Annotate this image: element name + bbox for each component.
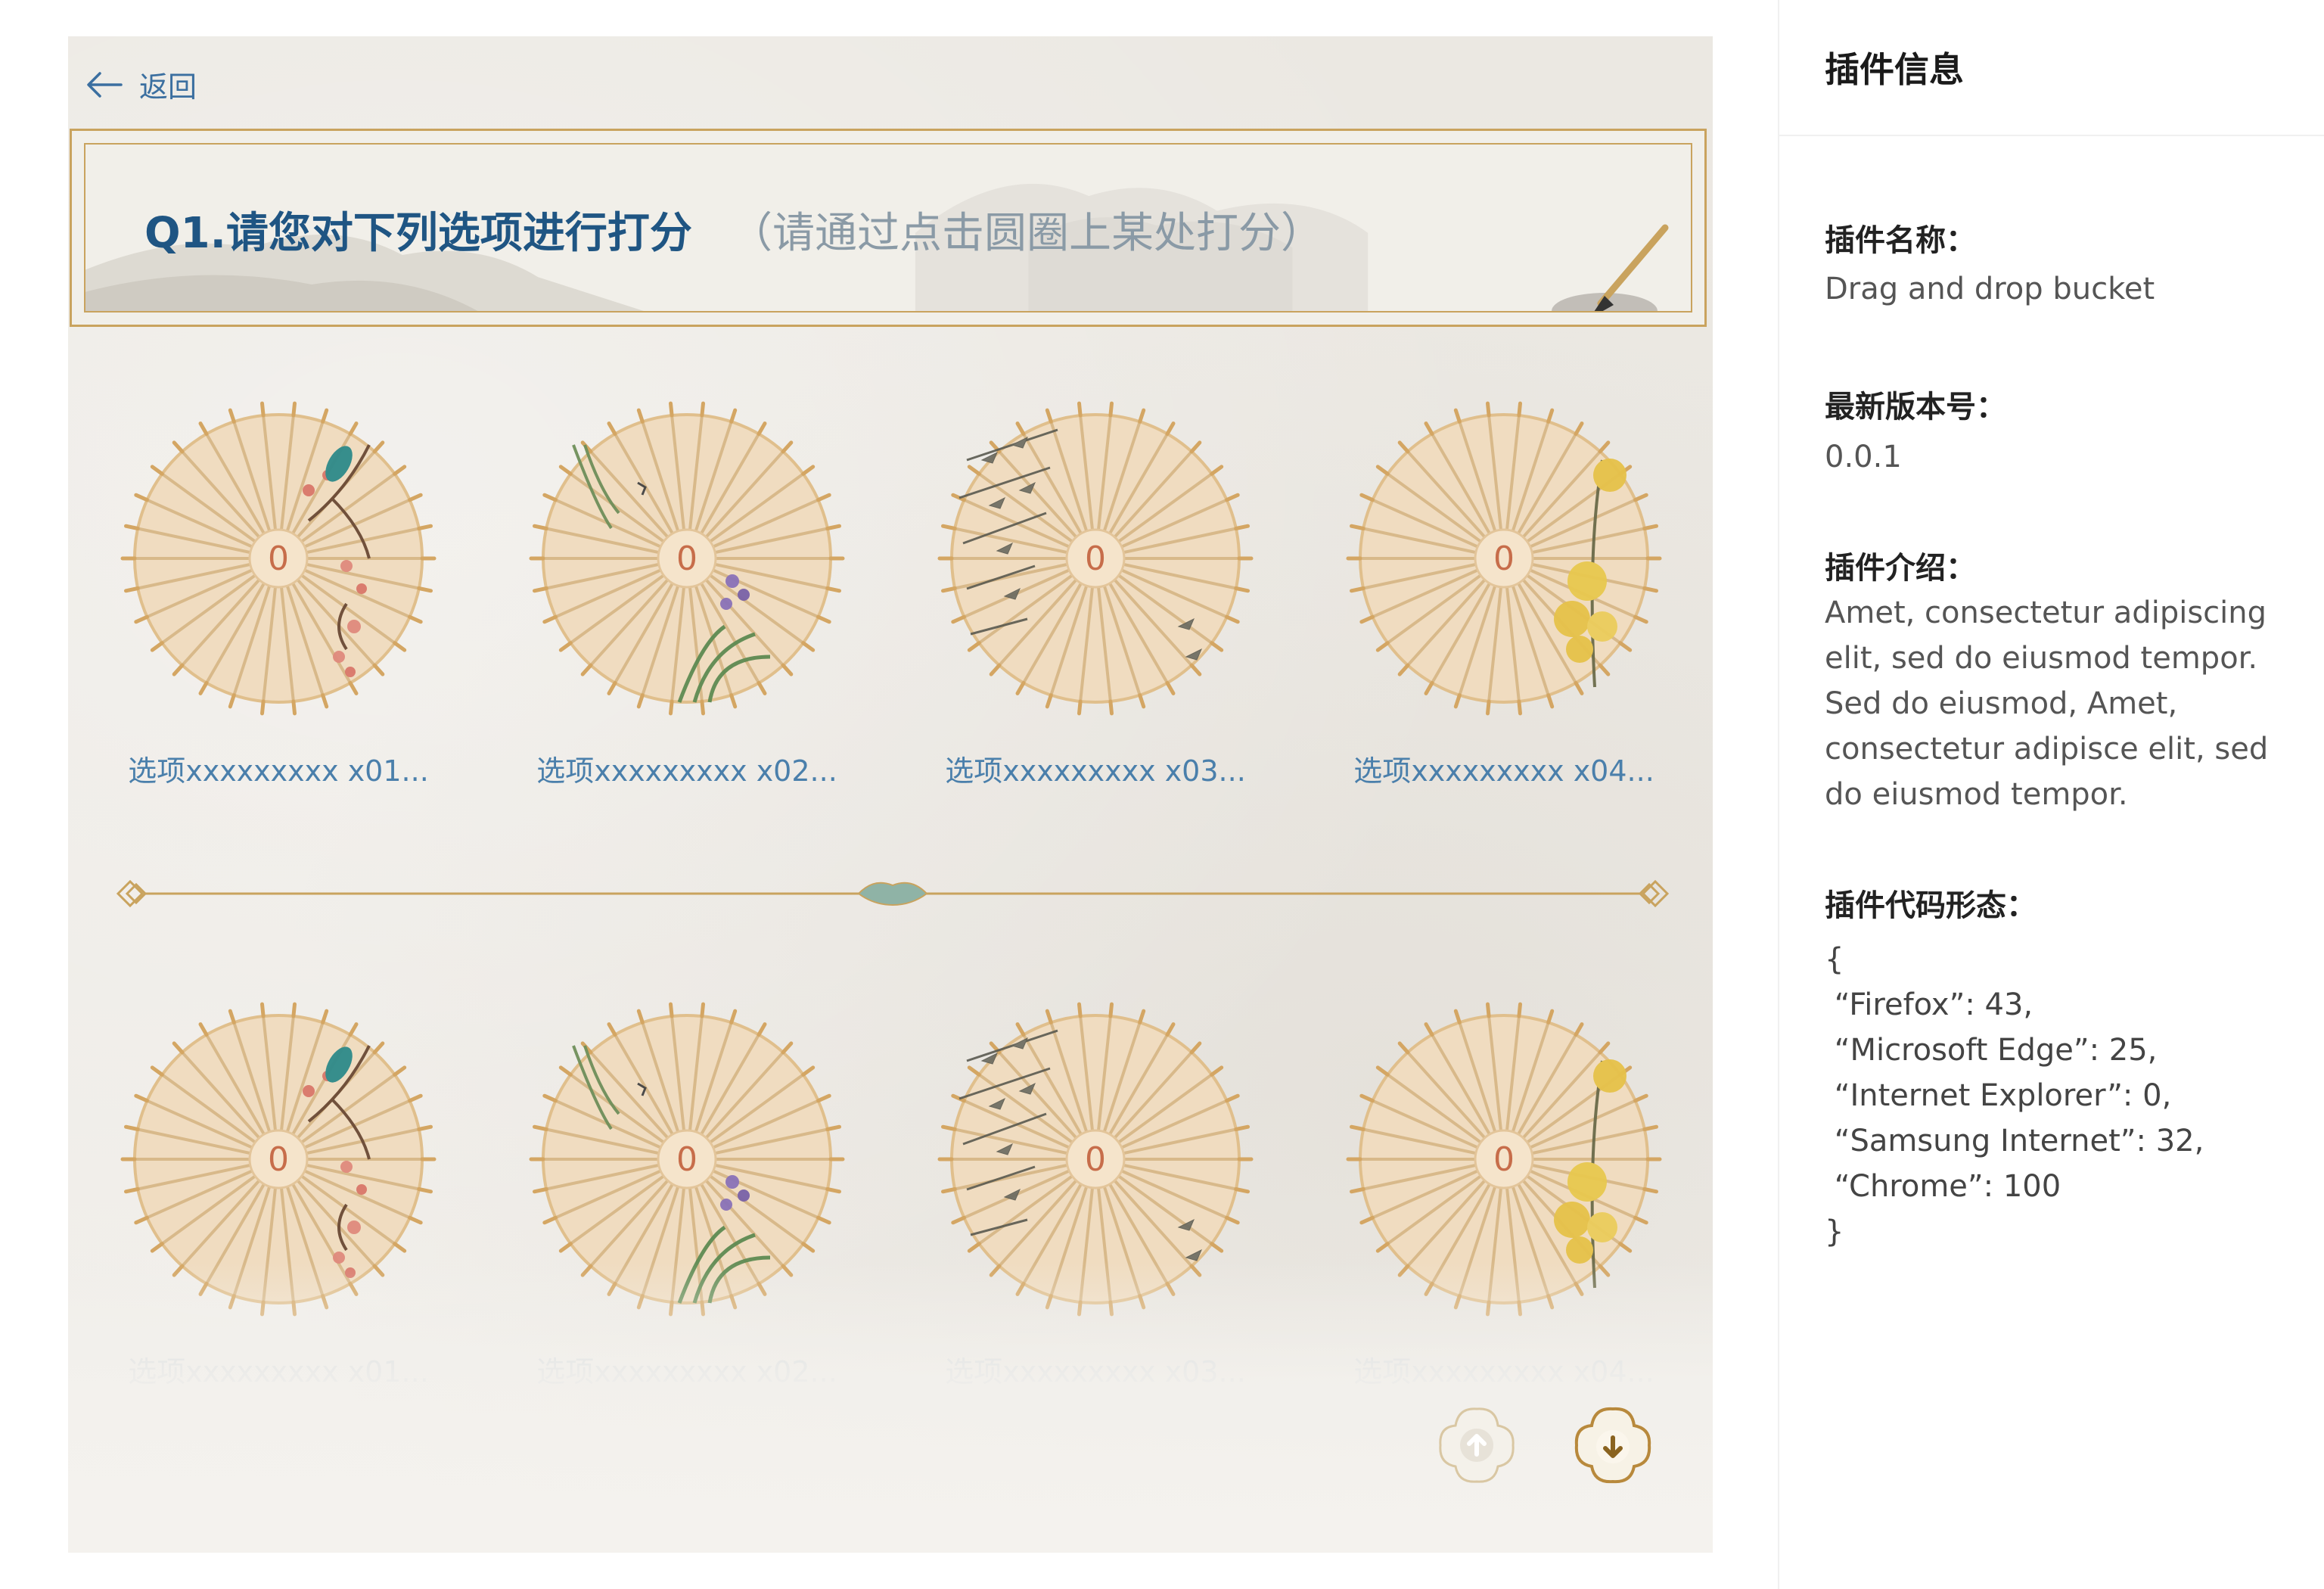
rating-umbrella[interactable]: 0 — [937, 400, 1254, 717]
umbrella-bird-plum-icon — [120, 401, 437, 716]
code-line: } — [1825, 1214, 1844, 1249]
umbrella-orchid-icon — [529, 401, 845, 716]
question-title: Q1.请您对下列选项进行打分 — [144, 209, 692, 258]
umbrella-chrysanthemum-icon — [1346, 401, 1662, 716]
question-hint: （请通过点击圆圈上某处打分） — [730, 209, 1323, 258]
rating-umbrella[interactable]: 0 — [120, 400, 437, 717]
arrow-up-icon — [1439, 1407, 1515, 1483]
code-line: “Microsoft Edge”: 25, — [1825, 1033, 2158, 1068]
code-line: “Samsung Internet”: 32, — [1825, 1124, 2204, 1158]
intro-label: 插件介绍： — [1825, 551, 1976, 586]
code-line: “Chrome”: 100 — [1825, 1169, 2061, 1204]
code-label: 插件代码形态： — [1825, 888, 2037, 923]
prev-page-button[interactable] — [1431, 1400, 1522, 1491]
plugin-info-panel: 插件信息 插件名称： Drag and drop bucket 最新版本号： 0… — [1778, 0, 2324, 1589]
ornamental-divider — [116, 879, 1670, 908]
plugin-name-label: 插件名称： — [1825, 223, 1976, 258]
rating-umbrella[interactable]: 0 — [1345, 400, 1663, 717]
next-page-button[interactable] — [1567, 1400, 1658, 1491]
code-line: “Firefox”: 43, — [1825, 987, 2034, 1022]
intro-value: Amet, consectetur adipiscing elit, sed d… — [1825, 595, 2269, 812]
question-banner: Q1.请您对下列选项进行打分 （请通过点击圆圈上某处打分） — [70, 129, 1707, 327]
rating-umbrella[interactable]: 0 — [528, 400, 846, 717]
brush-icon — [1552, 224, 1669, 311]
plugin-name-value: Drag and drop bucket — [1825, 272, 2155, 306]
version-label: 最新版本号： — [1825, 390, 2006, 424]
arrow-left-icon — [87, 71, 123, 98]
version-value: 0.0.1 — [1825, 440, 1902, 474]
code-line: { — [1825, 942, 1844, 977]
option-label: 选项xxxxxxxxx x01... — [128, 754, 429, 788]
umbrella-bamboo-icon — [937, 401, 1254, 716]
back-button[interactable]: 返回 — [85, 64, 197, 105]
back-label: 返回 — [139, 70, 197, 104]
panel-header: 插件信息 — [1779, 0, 2324, 136]
code-block: { “Firefox”: 43, “Microsoft Edge”: 25, “… — [1825, 937, 2204, 1255]
panel-title: 插件信息 — [1825, 49, 1964, 90]
option-label: 选项xxxxxxxxx x02... — [536, 754, 837, 788]
arrow-down-icon — [1574, 1407, 1651, 1484]
code-line: “Internet Explorer”: 0, — [1825, 1078, 2172, 1113]
survey-canvas: 返回 Q1.请您对下列选项进行打分 （请通过点击圆圈上某处打分） 0 选项xxxx… — [68, 36, 1713, 1553]
option-label: 选项xxxxxxxxx x04... — [1353, 754, 1654, 788]
option-label: 选项xxxxxxxxx x03... — [945, 754, 1246, 788]
